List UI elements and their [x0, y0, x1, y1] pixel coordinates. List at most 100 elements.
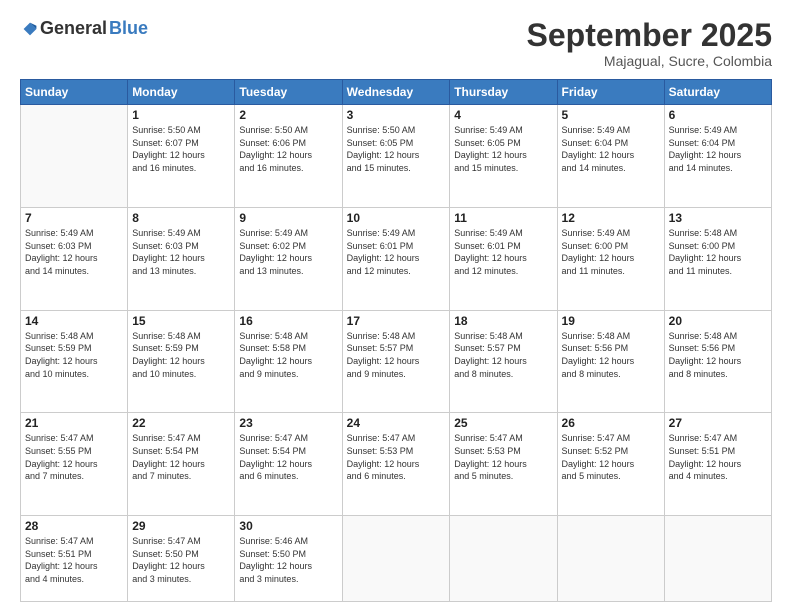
title-block: September 2025 Majagual, Sucre, Colombia [527, 18, 772, 69]
calendar-day-cell: 16 Sunrise: 5:48 AM Sunset: 5:58 PM Dayli… [235, 310, 342, 413]
calendar-day-cell: 1Sunrise: 5:50 AM Sunset: 6:07 PM Daylig… [128, 105, 235, 208]
day-number: 10 [347, 211, 446, 225]
day-number: 19 [562, 314, 660, 328]
calendar-day-cell: 12 Sunrise: 5:49 AM Sunset: 6:00 PM Dayli… [557, 207, 664, 310]
calendar-day-cell: 24 Sunrise: 5:47 AM Sunset: 5:53 PM Dayli… [342, 413, 450, 516]
calendar-day-cell: 4Sunrise: 5:49 AM Sunset: 6:05 PM Daylig… [450, 105, 557, 208]
calendar-day-cell [557, 516, 664, 602]
col-friday: Friday [557, 80, 664, 105]
day-number: 26 [562, 416, 660, 430]
day-number: 20 [669, 314, 767, 328]
day-number: 1 [132, 108, 230, 122]
logo: GeneralBlue [20, 18, 148, 39]
calendar-week-row: 21Sunrise: 5:47 AM Sunset: 5:55 PM Dayli… [21, 413, 772, 516]
location-subtitle: Majagual, Sucre, Colombia [527, 53, 772, 69]
col-tuesday: Tuesday [235, 80, 342, 105]
day-info: Sunrise: 5:48 AM Sunset: 5:58 PM Dayligh… [239, 330, 337, 380]
day-number: 14 [25, 314, 123, 328]
calendar-day-cell: 30 Sunrise: 5:46 AM Sunset: 5:50 PM Dayli… [235, 516, 342, 602]
calendar-day-cell: 25 Sunrise: 5:47 AM Sunset: 5:53 PM Dayli… [450, 413, 557, 516]
day-info: Sunrise: 5:48 AM Sunset: 5:57 PM Dayligh… [347, 330, 446, 380]
day-info: Sunrise: 5:47 AM Sunset: 5:51 PM Dayligh… [669, 432, 767, 482]
calendar-day-cell: 13Sunrise: 5:48 AM Sunset: 6:00 PM Dayli… [664, 207, 771, 310]
calendar-day-cell [342, 516, 450, 602]
calendar-header-row: Sunday Monday Tuesday Wednesday Thursday… [21, 80, 772, 105]
calendar-day-cell: 20 Sunrise: 5:48 AM Sunset: 5:56 PM Dayli… [664, 310, 771, 413]
day-info: Sunrise: 5:49 AM Sunset: 6:04 PM Dayligh… [669, 124, 767, 174]
col-thursday: Thursday [450, 80, 557, 105]
day-number: 8 [132, 211, 230, 225]
calendar-day-cell: 17Sunrise: 5:48 AM Sunset: 5:57 PM Dayli… [342, 310, 450, 413]
day-info: Sunrise: 5:47 AM Sunset: 5:52 PM Dayligh… [562, 432, 660, 482]
day-info: Sunrise: 5:47 AM Sunset: 5:53 PM Dayligh… [347, 432, 446, 482]
day-number: 15 [132, 314, 230, 328]
day-info: Sunrise: 5:50 AM Sunset: 6:06 PM Dayligh… [239, 124, 337, 174]
calendar-day-cell: 11 Sunrise: 5:49 AM Sunset: 6:01 PM Dayli… [450, 207, 557, 310]
day-number: 28 [25, 519, 123, 533]
day-info: Sunrise: 5:49 AM Sunset: 6:02 PM Dayligh… [239, 227, 337, 277]
calendar-day-cell: 2 Sunrise: 5:50 AM Sunset: 6:06 PM Daylig… [235, 105, 342, 208]
calendar-day-cell: 10 Sunrise: 5:49 AM Sunset: 6:01 PM Dayli… [342, 207, 450, 310]
day-info: Sunrise: 5:49 AM Sunset: 6:01 PM Dayligh… [454, 227, 552, 277]
calendar-week-row: 28 Sunrise: 5:47 AM Sunset: 5:51 PM Dayli… [21, 516, 772, 602]
calendar-day-cell: 15 Sunrise: 5:48 AM Sunset: 5:59 PM Dayli… [128, 310, 235, 413]
calendar-week-row: 1Sunrise: 5:50 AM Sunset: 6:07 PM Daylig… [21, 105, 772, 208]
day-number: 27 [669, 416, 767, 430]
calendar-day-cell: 29Sunrise: 5:47 AM Sunset: 5:50 PM Dayli… [128, 516, 235, 602]
col-monday: Monday [128, 80, 235, 105]
day-info: Sunrise: 5:48 AM Sunset: 5:59 PM Dayligh… [25, 330, 123, 380]
logo-blue-text: Blue [109, 18, 148, 39]
calendar-day-cell: 3 Sunrise: 5:50 AM Sunset: 6:05 PM Daylig… [342, 105, 450, 208]
day-info: Sunrise: 5:50 AM Sunset: 6:05 PM Dayligh… [347, 124, 446, 174]
day-number: 3 [347, 108, 446, 122]
page: GeneralBlue September 2025 Majagual, Suc… [0, 0, 792, 612]
day-number: 11 [454, 211, 552, 225]
calendar-day-cell: 5 Sunrise: 5:49 AM Sunset: 6:04 PM Daylig… [557, 105, 664, 208]
day-info: Sunrise: 5:47 AM Sunset: 5:53 PM Dayligh… [454, 432, 552, 482]
col-wednesday: Wednesday [342, 80, 450, 105]
calendar-day-cell: 19 Sunrise: 5:48 AM Sunset: 5:56 PM Dayli… [557, 310, 664, 413]
day-info: Sunrise: 5:49 AM Sunset: 6:04 PM Dayligh… [562, 124, 660, 174]
day-number: 25 [454, 416, 552, 430]
day-number: 22 [132, 416, 230, 430]
day-info: Sunrise: 5:48 AM Sunset: 5:56 PM Dayligh… [669, 330, 767, 380]
day-info: Sunrise: 5:48 AM Sunset: 5:57 PM Dayligh… [454, 330, 552, 380]
day-number: 30 [239, 519, 337, 533]
calendar-table: Sunday Monday Tuesday Wednesday Thursday… [20, 79, 772, 602]
calendar-day-cell [450, 516, 557, 602]
day-info: Sunrise: 5:49 AM Sunset: 6:01 PM Dayligh… [347, 227, 446, 277]
calendar-day-cell: 26 Sunrise: 5:47 AM Sunset: 5:52 PM Dayli… [557, 413, 664, 516]
calendar-day-cell: 27 Sunrise: 5:47 AM Sunset: 5:51 PM Dayli… [664, 413, 771, 516]
day-number: 24 [347, 416, 446, 430]
calendar-day-cell: 18 Sunrise: 5:48 AM Sunset: 5:57 PM Dayli… [450, 310, 557, 413]
calendar-day-cell: 28 Sunrise: 5:47 AM Sunset: 5:51 PM Dayli… [21, 516, 128, 602]
day-number: 12 [562, 211, 660, 225]
logo-general-text: General [40, 18, 107, 39]
day-info: Sunrise: 5:47 AM Sunset: 5:54 PM Dayligh… [239, 432, 337, 482]
calendar-day-cell: 23Sunrise: 5:47 AM Sunset: 5:54 PM Dayli… [235, 413, 342, 516]
day-number: 18 [454, 314, 552, 328]
day-number: 2 [239, 108, 337, 122]
day-info: Sunrise: 5:49 AM Sunset: 6:03 PM Dayligh… [132, 227, 230, 277]
day-number: 6 [669, 108, 767, 122]
col-saturday: Saturday [664, 80, 771, 105]
day-info: Sunrise: 5:49 AM Sunset: 6:03 PM Dayligh… [25, 227, 123, 277]
day-info: Sunrise: 5:47 AM Sunset: 5:51 PM Dayligh… [25, 535, 123, 585]
calendar-day-cell [664, 516, 771, 602]
day-number: 16 [239, 314, 337, 328]
day-info: Sunrise: 5:48 AM Sunset: 6:00 PM Dayligh… [669, 227, 767, 277]
day-number: 5 [562, 108, 660, 122]
day-info: Sunrise: 5:47 AM Sunset: 5:50 PM Dayligh… [132, 535, 230, 585]
calendar-day-cell: 6 Sunrise: 5:49 AM Sunset: 6:04 PM Daylig… [664, 105, 771, 208]
day-number: 4 [454, 108, 552, 122]
month-title: September 2025 [527, 18, 772, 53]
calendar-week-row: 7Sunrise: 5:49 AM Sunset: 6:03 PM Daylig… [21, 207, 772, 310]
calendar-day-cell: 7Sunrise: 5:49 AM Sunset: 6:03 PM Daylig… [21, 207, 128, 310]
day-info: Sunrise: 5:49 AM Sunset: 6:00 PM Dayligh… [562, 227, 660, 277]
day-info: Sunrise: 5:46 AM Sunset: 5:50 PM Dayligh… [239, 535, 337, 585]
logo-icon [22, 21, 38, 37]
day-info: Sunrise: 5:48 AM Sunset: 5:59 PM Dayligh… [132, 330, 230, 380]
calendar-day-cell: 21Sunrise: 5:47 AM Sunset: 5:55 PM Dayli… [21, 413, 128, 516]
header: GeneralBlue September 2025 Majagual, Suc… [20, 18, 772, 69]
day-info: Sunrise: 5:48 AM Sunset: 5:56 PM Dayligh… [562, 330, 660, 380]
